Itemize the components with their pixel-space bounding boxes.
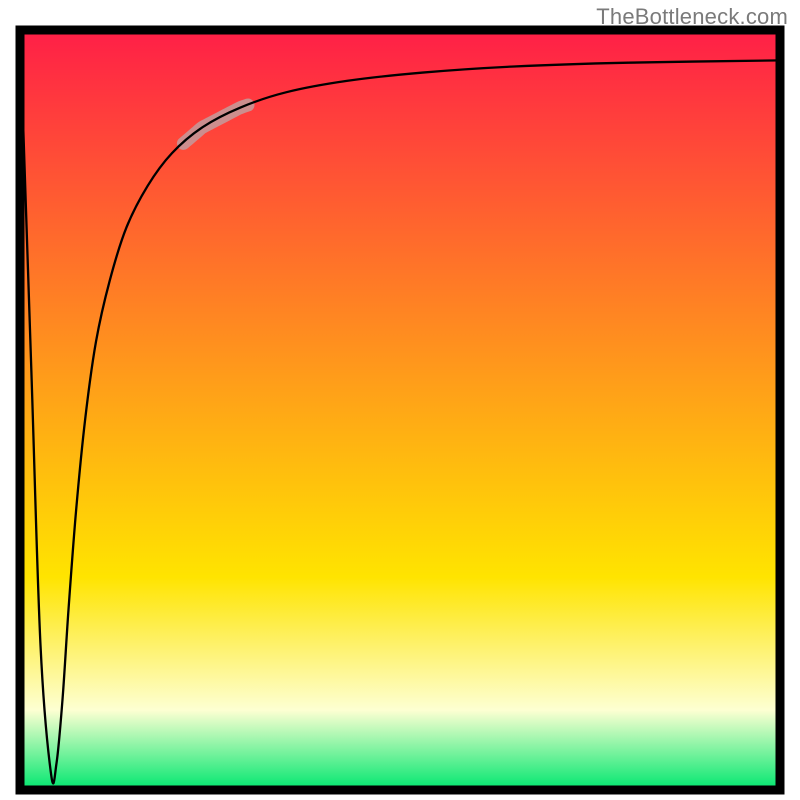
- bottleneck-chart: [0, 0, 800, 800]
- chart-container: TheBottleneck.com: [0, 0, 800, 800]
- gradient-background: [20, 30, 780, 790]
